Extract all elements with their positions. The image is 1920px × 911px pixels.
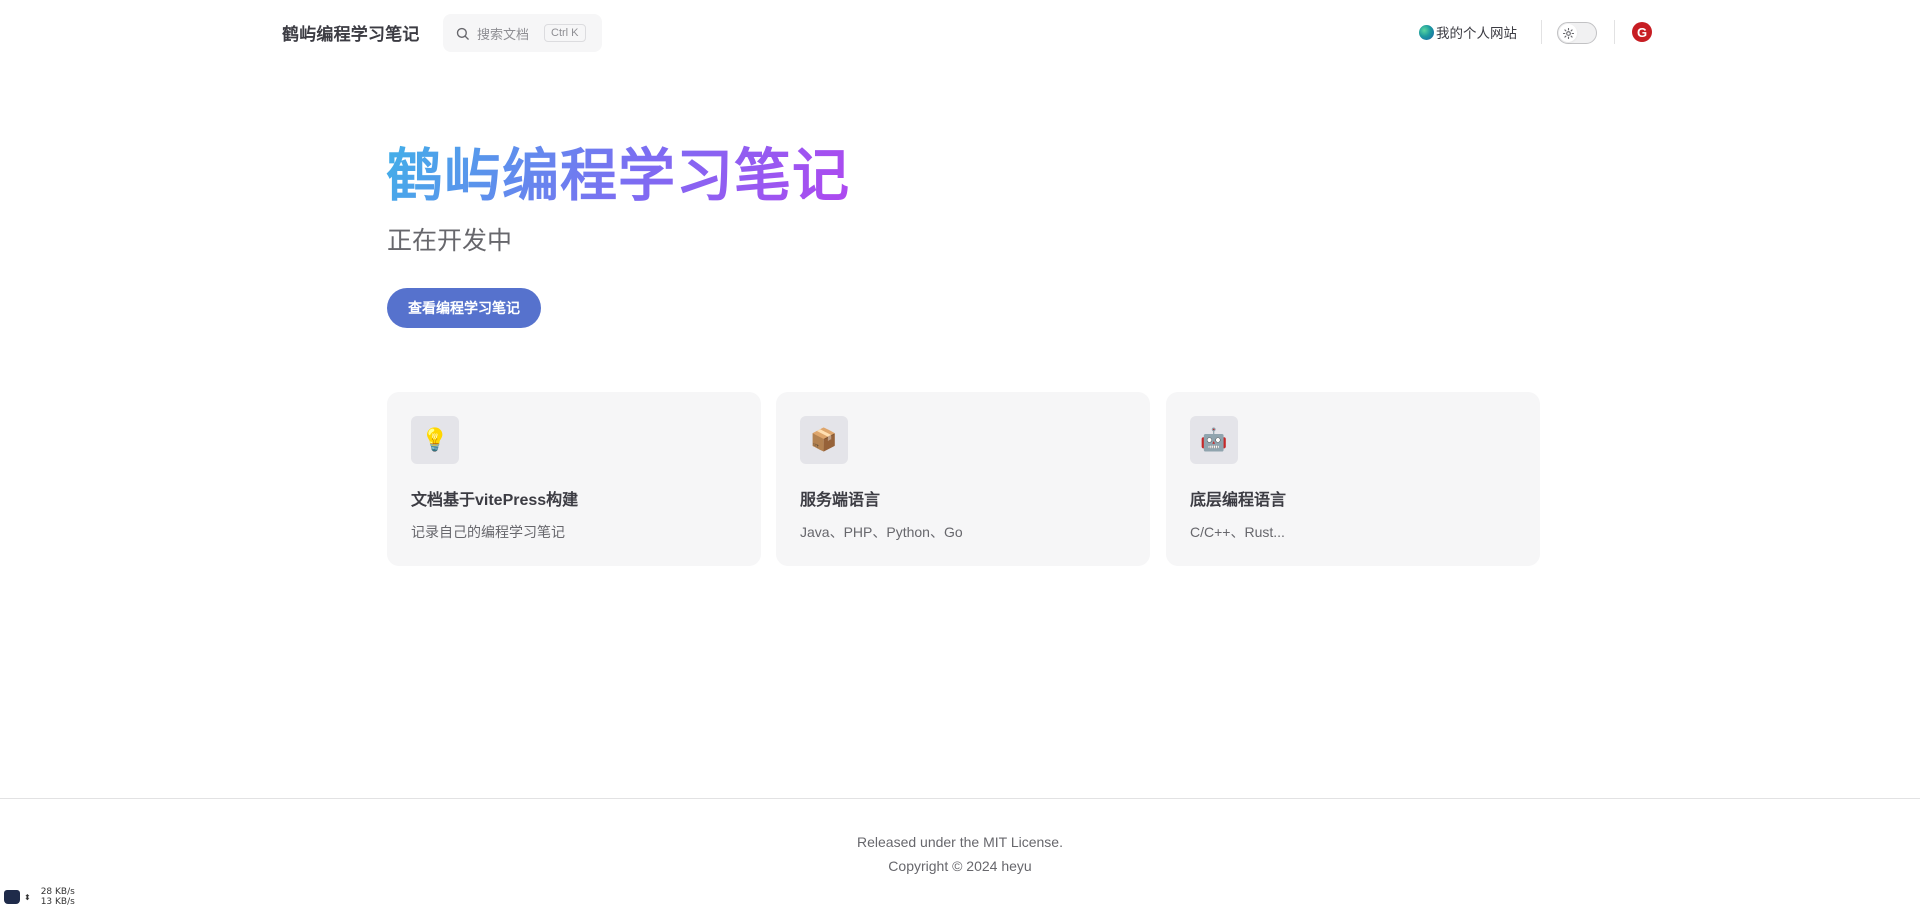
download-speed: 13 KB/s xyxy=(40,897,75,907)
view-notes-button[interactable]: 查看编程学习笔记 xyxy=(387,288,541,328)
search-button[interactable]: 搜索文档 Ctrl K xyxy=(443,14,602,52)
cat-icon xyxy=(4,890,20,904)
personal-site-label: 我的个人网站 xyxy=(1436,26,1517,41)
globe-icon xyxy=(1419,24,1434,40)
nav-divider xyxy=(1541,20,1542,44)
appearance-toggle[interactable] xyxy=(1557,22,1597,44)
feature-title: 底层编程语言 xyxy=(1190,492,1287,509)
search-icon xyxy=(456,27,469,40)
feature-details: C/C++、Rust... xyxy=(1190,524,1285,540)
nav-divider xyxy=(1614,20,1615,44)
feature-title: 文档基于vitePress构建 xyxy=(411,492,579,509)
search-placeholder: 搜索文档 xyxy=(477,26,530,42)
footer-message: Released under the MIT License. xyxy=(857,834,1063,850)
sun-icon xyxy=(1562,27,1574,39)
personal-site-link[interactable]: 我的个人网站 xyxy=(1419,22,1517,42)
hero-name: 鹤屿编程学习笔记 xyxy=(386,140,850,212)
footer-divider xyxy=(0,798,1920,799)
net-speeds: 28 KB/s 13 KB/s xyxy=(41,887,75,907)
updown-arrow-icon: ⬍ xyxy=(24,892,31,902)
network-speed-widget[interactable]: ⬍ 28 KB/s 13 KB/s xyxy=(4,887,75,907)
robot-icon: 🤖 xyxy=(1190,416,1238,464)
toggle-knob xyxy=(1559,24,1577,42)
top-nav: 鹤屿编程学习笔记 搜索文档 Ctrl K 我的个人网站 G xyxy=(0,0,1920,64)
site-title[interactable]: 鹤屿编程学习笔记 xyxy=(282,20,420,45)
search-shortcut: Ctrl K xyxy=(544,24,586,42)
footer-copyright: Copyright © 2024 heyu xyxy=(888,858,1032,874)
feature-details: Java、PHP、Python、Go xyxy=(800,524,963,540)
gitee-icon[interactable]: G xyxy=(1632,22,1652,42)
feature-card[interactable]: 🤖 底层编程语言 C/C++、Rust... xyxy=(1166,392,1540,566)
feature-details: 记录自己的编程学习笔记 xyxy=(411,524,565,540)
lightbulb-icon: 💡 xyxy=(411,416,459,464)
gitee-letter: G xyxy=(1636,24,1648,40)
feature-title: 服务端语言 xyxy=(800,492,881,509)
feature-card[interactable]: 💡 文档基于vitePress构建 记录自己的编程学习笔记 xyxy=(387,392,761,566)
hero-tagline: 正在开发中 xyxy=(387,227,513,255)
package-icon: 📦 xyxy=(800,416,848,464)
feature-card[interactable]: 📦 服务端语言 Java、PHP、Python、Go xyxy=(776,392,1150,566)
upload-speed: 28 KB/s xyxy=(40,887,75,897)
